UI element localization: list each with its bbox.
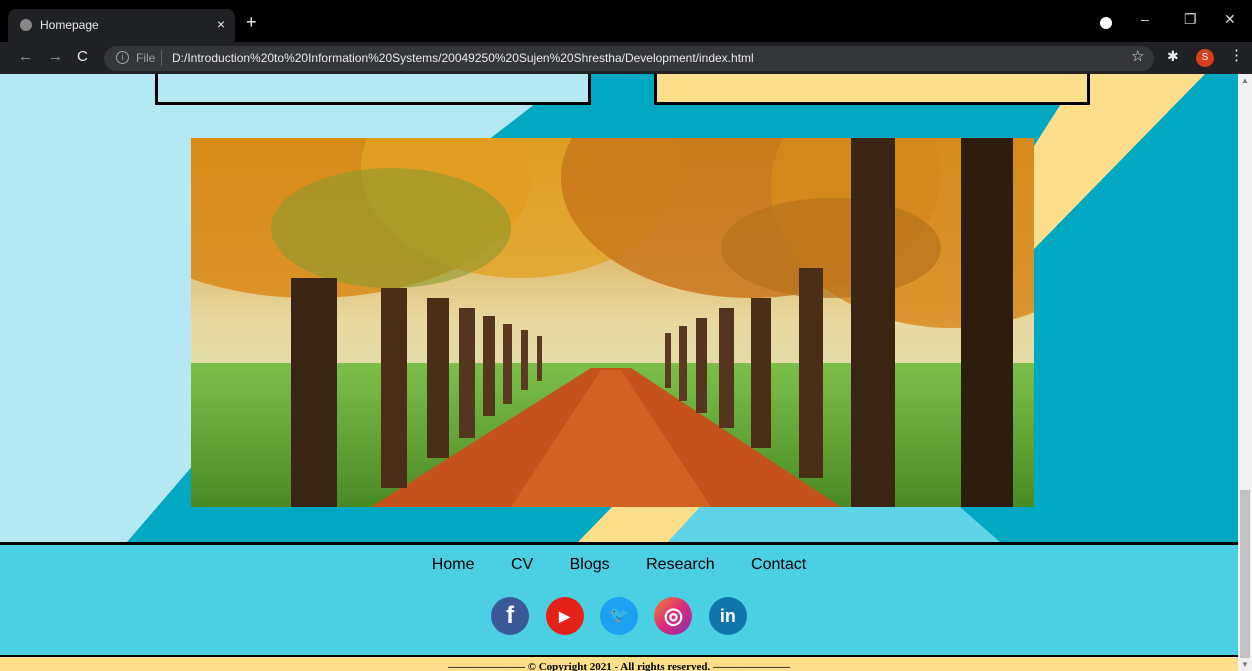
avatar[interactable]: S: [1196, 49, 1214, 67]
page-content: Home CV Blogs Research Contact f ▶ 🐦 ◎ i…: [0, 74, 1238, 671]
footer-link-home[interactable]: Home: [432, 556, 475, 574]
footer: Home CV Blogs Research Contact f ▶ 🐦 ◎ i…: [0, 542, 1238, 655]
scroll-up-icon[interactable]: ▲: [1241, 76, 1249, 85]
reload-icon[interactable]: C: [77, 49, 88, 64]
browser-toolbar: ← → C i File D:/Introduction%20to%20Info…: [0, 42, 1252, 74]
footer-link-blogs[interactable]: Blogs: [570, 556, 610, 574]
browser-titlebar: Homepage × + – ❐ ✕: [0, 0, 1252, 42]
forward-icon[interactable]: →: [48, 49, 63, 64]
card-yellow: [654, 74, 1090, 105]
tab-search-icon[interactable]: [1100, 17, 1112, 29]
copyright-text: ——————— © Copyright 2021 - All rights re…: [448, 661, 790, 671]
url-separator: [161, 50, 162, 66]
close-window-icon[interactable]: ✕: [1224, 12, 1236, 26]
copyright-bar: ——————— © Copyright 2021 - All rights re…: [0, 655, 1238, 671]
menu-icon[interactable]: ⋮: [1229, 48, 1244, 63]
scroll-down-icon[interactable]: ▼: [1241, 660, 1249, 669]
restore-icon[interactable]: ❐: [1184, 12, 1197, 26]
instagram-icon[interactable]: ◎: [654, 597, 693, 635]
back-icon[interactable]: ←: [18, 49, 33, 64]
info-icon[interactable]: i: [116, 51, 129, 64]
youtube-icon[interactable]: ▶: [545, 597, 584, 635]
twitter-icon[interactable]: 🐦: [600, 597, 638, 635]
card-light-blue: [155, 74, 591, 105]
tab-title: Homepage: [40, 18, 99, 32]
new-tab-button[interactable]: +: [246, 13, 257, 31]
extensions-icon[interactable]: ✱: [1167, 49, 1179, 63]
social-links: f ▶ 🐦 ◎ in: [0, 597, 1238, 640]
tab-close-icon[interactable]: ×: [217, 16, 225, 32]
scroll-thumb[interactable]: [1240, 490, 1250, 658]
autumn-tree-avenue-photo: [191, 138, 1034, 507]
address-bar[interactable]: i File D:/Introduction%20to%20Informatio…: [104, 46, 1154, 71]
footer-link-cv[interactable]: CV: [511, 556, 533, 574]
star-icon[interactable]: ☆: [1131, 49, 1144, 64]
footer-link-contact[interactable]: Contact: [751, 556, 806, 574]
minimize-icon[interactable]: –: [1141, 12, 1149, 26]
browser-tab[interactable]: Homepage ×: [8, 9, 235, 42]
facebook-icon[interactable]: f: [491, 597, 530, 635]
globe-icon: [20, 19, 32, 31]
footer-link-research[interactable]: Research: [646, 556, 714, 574]
file-scheme-label: File: [136, 51, 156, 65]
footer-nav: Home CV Blogs Research Contact: [0, 556, 1238, 574]
vertical-scrollbar[interactable]: ▲ ▼: [1238, 74, 1252, 671]
url-text[interactable]: D:/Introduction%20to%20Information%20Sys…: [172, 51, 754, 65]
linkedin-icon[interactable]: in: [708, 597, 747, 635]
